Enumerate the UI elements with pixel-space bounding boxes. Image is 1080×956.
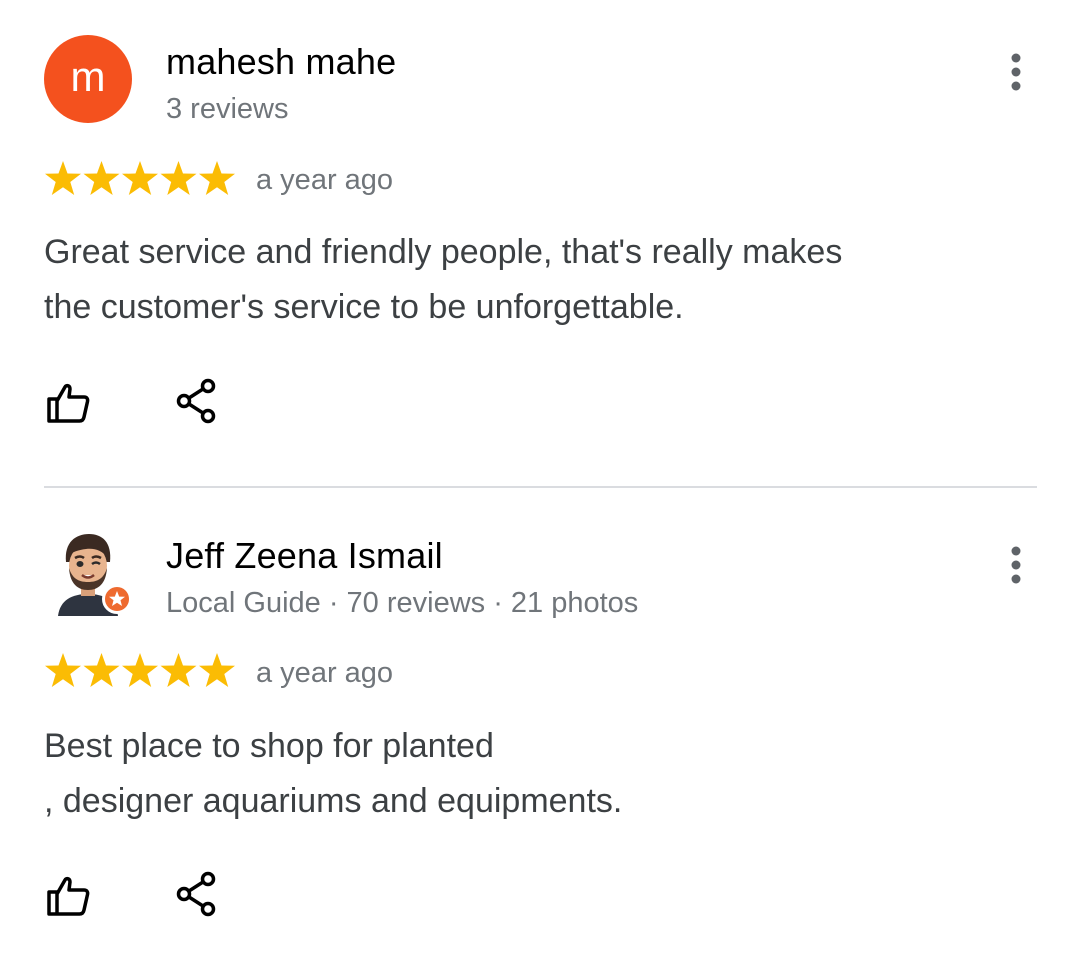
review-text: Best place to shop for planted , designe… — [44, 727, 623, 820]
star-rating — [45, 161, 235, 195]
star-rating — [45, 653, 235, 687]
review-text: Great service and friendly people, that'… — [44, 233, 843, 326]
more-options-button[interactable] — [996, 48, 1036, 96]
share-button[interactable] — [168, 868, 224, 924]
review-card: m mahesh mahe 3 reviews a year ago Great… — [0, 0, 1080, 488]
share-icon — [176, 378, 216, 424]
star-icon — [160, 161, 197, 195]
share-icon — [176, 871, 216, 917]
share-button[interactable] — [168, 375, 224, 431]
star-icon — [122, 161, 158, 195]
local-guide-badge-icon — [109, 591, 125, 606]
like-button[interactable] — [40, 868, 96, 924]
reviewer-name[interactable]: mahesh mahe — [166, 41, 396, 83]
thumbs-up-icon — [47, 383, 90, 423]
star-icon — [45, 161, 81, 195]
like-button[interactable] — [40, 375, 96, 431]
more-vert-icon — [1011, 53, 1021, 91]
reviewer-name[interactable]: Jeff Zeena Ismail — [166, 535, 443, 577]
star-icon — [83, 161, 120, 195]
star-icon — [122, 653, 158, 687]
review-date: a year ago — [256, 164, 394, 196]
thumbs-up-icon — [47, 876, 90, 916]
avatar[interactable]: m — [44, 35, 132, 123]
review-card: Jeff Zeena Ismail Local Guide · 70 revie… — [0, 488, 1080, 956]
star-icon — [45, 653, 81, 687]
review-date: a year ago — [256, 657, 394, 689]
star-icon — [160, 653, 197, 687]
more-vert-icon — [1011, 546, 1021, 584]
local-guide-badge — [102, 584, 132, 614]
avatar[interactable] — [44, 528, 132, 616]
reviewer-meta: 3 reviews — [166, 93, 289, 125]
reviewer-meta: Local Guide · 70 reviews · 21 photos — [166, 587, 639, 619]
more-options-button[interactable] — [996, 541, 1036, 589]
star-icon — [199, 161, 235, 195]
star-icon — [199, 653, 235, 687]
star-icon — [83, 653, 120, 687]
